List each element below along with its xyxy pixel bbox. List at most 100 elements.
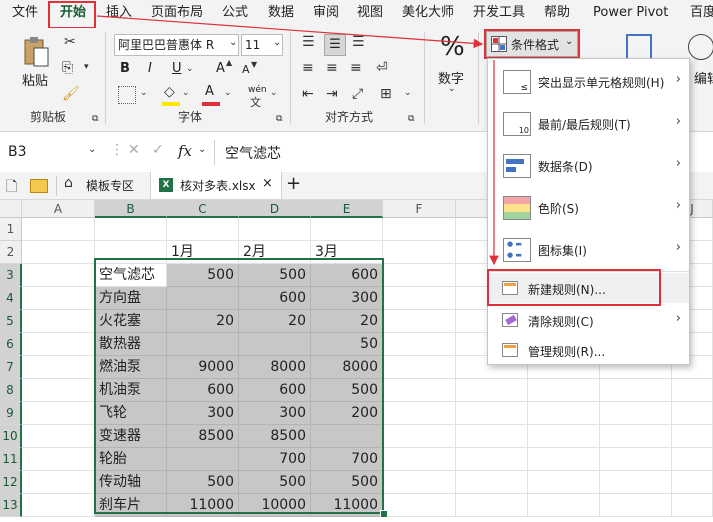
cell[interactable]	[456, 471, 528, 494]
cell[interactable]	[528, 402, 600, 425]
value-cell[interactable]: 11000	[311, 494, 383, 517]
menu-item-data-bars[interactable]: 数据条(D) ›	[488, 145, 689, 187]
row-header[interactable]: 6	[0, 333, 22, 356]
tab-beautify[interactable]: 美化大师	[402, 0, 454, 28]
orientation-icon[interactable]: ⤢	[352, 86, 363, 102]
cell[interactable]	[22, 218, 95, 241]
column-header[interactable]: B	[95, 200, 167, 218]
font-name-select[interactable]: 阿里巴巴普惠体 R	[114, 34, 239, 56]
menu-item-color-scales[interactable]: 色阶(S) ›	[488, 187, 689, 229]
cell[interactable]	[311, 218, 383, 241]
border-icon[interactable]	[118, 86, 136, 104]
value-cell[interactable]: 8500	[239, 425, 311, 448]
column-header[interactable]: F	[383, 200, 456, 218]
cell[interactable]	[456, 379, 528, 402]
alignment-launcher-icon[interactable]: ⧉	[408, 114, 414, 124]
value-cell[interactable]: 9000	[167, 356, 239, 379]
value-cell[interactable]: 600	[239, 379, 311, 402]
paste-label[interactable]: 粘贴	[22, 70, 48, 89]
align-middle-icon[interactable]: ☰	[324, 34, 346, 56]
tab-formulas[interactable]: 公式	[222, 0, 248, 28]
cell[interactable]	[456, 494, 528, 517]
value-cell[interactable]: 500	[239, 264, 311, 287]
merge-icon[interactable]: ⊞	[380, 86, 392, 102]
value-cell[interactable]: 500	[311, 379, 383, 402]
align-top-icon[interactable]: ☰	[302, 34, 315, 50]
month-header-cell[interactable]: 1月	[167, 241, 239, 264]
cell[interactable]	[22, 379, 95, 402]
cell[interactable]	[383, 425, 456, 448]
cell[interactable]	[383, 264, 456, 287]
value-cell[interactable]	[239, 333, 311, 356]
cell[interactable]	[383, 287, 456, 310]
fill-dropdown-icon[interactable]: ⌄	[182, 88, 190, 98]
cell[interactable]	[383, 310, 456, 333]
value-cell[interactable]: 8500	[167, 425, 239, 448]
select-all-corner[interactable]	[0, 200, 22, 218]
cell[interactable]	[600, 402, 672, 425]
align-left-icon[interactable]: ≡	[302, 60, 314, 76]
paste-icon[interactable]	[22, 36, 50, 68]
value-cell[interactable]: 600	[311, 264, 383, 287]
grow-font-button[interactable]: A	[216, 61, 225, 76]
table-icon[interactable]	[626, 34, 652, 60]
value-cell[interactable]: 20	[239, 310, 311, 333]
cancel-icon[interactable]: ✕	[128, 142, 140, 158]
copy-dropdown-icon[interactable]: ▾	[84, 62, 89, 72]
font-color-dropdown-icon[interactable]: ⌄	[224, 88, 232, 98]
tab-power-pivot[interactable]: Power Pivot	[593, 0, 668, 28]
tab-insert[interactable]: 插入	[106, 0, 132, 28]
copy-icon[interactable]: ⎘	[62, 60, 73, 76]
tab-baidu[interactable]: 百度	[690, 0, 713, 28]
value-cell[interactable]: 600	[239, 287, 311, 310]
value-cell[interactable]: 300	[311, 287, 383, 310]
column-header[interactable]: C	[167, 200, 239, 218]
menu-item-icon-sets[interactable]: ● ▬ ● ▬ 图标集(I) ›	[488, 229, 689, 271]
tab-view[interactable]: 视图	[357, 0, 383, 28]
value-cell[interactable]: 500	[167, 471, 239, 494]
row-header[interactable]: 4	[0, 287, 22, 310]
align-right-icon[interactable]: ≡	[350, 60, 362, 76]
row-header[interactable]: 5	[0, 310, 22, 333]
edit-label[interactable]: 编辑	[694, 68, 713, 87]
font-color-button[interactable]: A	[205, 84, 214, 99]
cell[interactable]	[528, 448, 600, 471]
item-name-cell[interactable]: 刹车片	[95, 494, 167, 517]
cell[interactable]	[383, 379, 456, 402]
find-icon[interactable]	[688, 34, 713, 60]
cell[interactable]	[167, 218, 239, 241]
cut-icon[interactable]: ✂	[64, 34, 76, 50]
cell[interactable]	[95, 218, 167, 241]
cell[interactable]	[456, 402, 528, 425]
cell[interactable]	[383, 494, 456, 517]
value-cell[interactable]: 500	[167, 264, 239, 287]
cell[interactable]	[456, 448, 528, 471]
cell[interactable]	[22, 241, 95, 264]
value-cell[interactable]: 500	[311, 471, 383, 494]
tab-template-zone[interactable]: 模板专区	[86, 177, 134, 194]
value-cell[interactable]: 300	[239, 402, 311, 425]
row-header[interactable]: 9	[0, 402, 22, 425]
value-cell[interactable]: 700	[311, 448, 383, 471]
italic-button[interactable]: I	[148, 61, 152, 76]
shrink-font-button[interactable]: A	[242, 63, 250, 76]
value-cell[interactable]: 200	[311, 402, 383, 425]
cell[interactable]	[383, 402, 456, 425]
cell[interactable]	[239, 218, 311, 241]
cell[interactable]	[22, 448, 95, 471]
cell[interactable]	[672, 425, 713, 448]
value-cell[interactable]	[167, 448, 239, 471]
value-cell[interactable]: 20	[167, 310, 239, 333]
value-cell[interactable]	[167, 287, 239, 310]
value-cell[interactable]: 8000	[311, 356, 383, 379]
cell[interactable]	[600, 425, 672, 448]
cell[interactable]	[672, 448, 713, 471]
column-header[interactable]: E	[311, 200, 383, 218]
cell[interactable]	[456, 425, 528, 448]
value-cell[interactable]	[311, 425, 383, 448]
underline-button[interactable]: U	[172, 61, 182, 76]
row-header[interactable]: 12	[0, 471, 22, 494]
enter-icon[interactable]: ✓	[152, 142, 164, 158]
column-header[interactable]: D	[239, 200, 311, 218]
format-painter-icon[interactable]: 🖌	[62, 86, 80, 102]
